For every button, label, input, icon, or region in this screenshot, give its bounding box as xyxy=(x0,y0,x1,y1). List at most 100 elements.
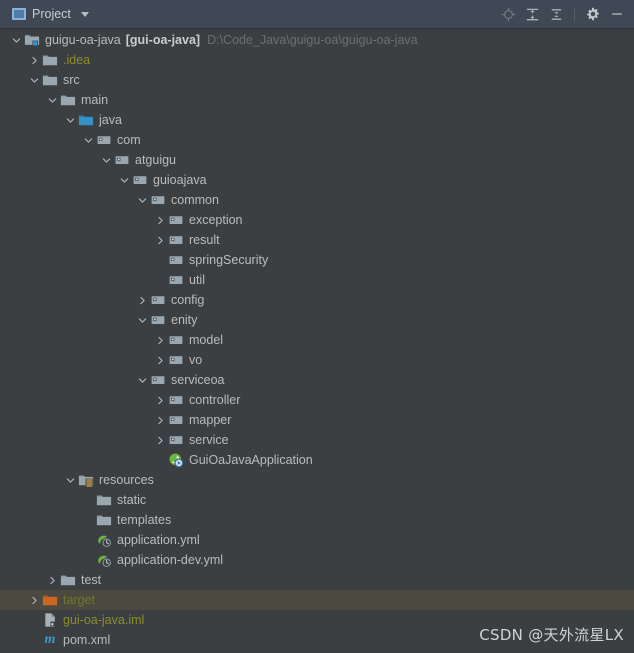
tree-row[interactable]: test xyxy=(0,570,634,590)
tree-row[interactable]: serviceoa xyxy=(0,370,634,390)
chevron-right-icon[interactable] xyxy=(134,290,150,310)
tree-row[interactable]: static xyxy=(0,490,634,510)
tree-row[interactable]: target xyxy=(0,590,634,610)
settings-button[interactable] xyxy=(582,3,604,25)
locate-file-button[interactable] xyxy=(497,3,519,25)
chevron-right-icon[interactable] xyxy=(26,590,42,610)
tree-row[interactable]: application-dev.yml xyxy=(0,550,634,570)
tree-row-label: gui-oa-java.iml xyxy=(63,613,145,627)
tree-row-label: mapper xyxy=(189,413,232,427)
tree-row[interactable]: controller xyxy=(0,390,634,410)
tree-row-label: application-dev.yml xyxy=(117,553,224,567)
header-actions xyxy=(497,3,628,25)
tree-row[interactable]: service xyxy=(0,430,634,450)
chevron-down-icon[interactable] xyxy=(8,30,24,50)
chevron-right-icon[interactable] xyxy=(152,330,168,350)
hide-button[interactable] xyxy=(606,3,628,25)
folder-icon xyxy=(96,515,112,526)
chevron-down-icon[interactable] xyxy=(62,470,78,490)
folder-icon xyxy=(42,75,58,86)
spring-config-file-icon xyxy=(96,532,112,548)
tree-row-project-root[interactable]: guigu-oa-java [gui-oa-java] D:\Code_Java\g… xyxy=(0,30,634,50)
folder-icon xyxy=(96,512,112,528)
tree-row[interactable]: resources xyxy=(0,470,634,490)
module-root-icon xyxy=(24,32,40,48)
chevron-down-icon[interactable] xyxy=(62,110,78,130)
tree-row[interactable]: src xyxy=(0,70,634,90)
package-icon xyxy=(97,136,111,144)
tree-row-label: springSecurity xyxy=(189,253,269,267)
chevron-right-icon[interactable] xyxy=(152,410,168,430)
folder-icon xyxy=(60,95,76,106)
package-icon xyxy=(168,392,184,408)
project-panel-icon xyxy=(12,8,26,20)
package-icon xyxy=(168,332,184,348)
tree-row[interactable]: config xyxy=(0,290,634,310)
module-file-icon xyxy=(45,613,55,627)
tree-row-label: com xyxy=(117,133,141,147)
chevron-down-icon[interactable] xyxy=(134,310,150,330)
package-icon xyxy=(169,416,183,424)
chevron-down-icon[interactable] xyxy=(44,90,60,110)
folder-icon xyxy=(60,92,76,108)
tree-row[interactable]: templates xyxy=(0,510,634,530)
tree-row[interactable]: model xyxy=(0,330,634,350)
tree-row[interactable]: common xyxy=(0,190,634,210)
tree-row[interactable]: m pom.xml xyxy=(0,630,634,650)
package-icon xyxy=(168,272,184,288)
chevron-down-icon[interactable] xyxy=(134,370,150,390)
tree-row[interactable]: GuiOaJavaApplication xyxy=(0,450,634,470)
tree-row[interactable]: enity xyxy=(0,310,634,330)
module-file-icon xyxy=(42,612,58,628)
chevron-right-icon[interactable] xyxy=(152,230,168,250)
chevron-down-icon[interactable] xyxy=(26,70,42,90)
tree-row[interactable]: springSecurity xyxy=(0,250,634,270)
package-icon xyxy=(168,412,184,428)
chevron-down-icon[interactable] xyxy=(80,130,96,150)
tree-row[interactable]: result xyxy=(0,230,634,250)
tree-row[interactable]: atguigu xyxy=(0,150,634,170)
chevron-right-icon[interactable] xyxy=(152,210,168,230)
expand-all-icon xyxy=(526,8,538,20)
tree-row[interactable]: guioajava xyxy=(0,170,634,190)
folder-icon xyxy=(42,72,58,88)
tree-row[interactable]: mapper xyxy=(0,410,634,430)
chevron-down-icon[interactable] xyxy=(134,190,150,210)
package-icon xyxy=(169,396,183,404)
expand-all-button[interactable] xyxy=(521,3,543,25)
package-icon xyxy=(169,256,183,264)
tree-row[interactable]: vo xyxy=(0,350,634,370)
tree-row-label: resources xyxy=(99,473,154,487)
package-icon xyxy=(169,356,183,364)
package-icon xyxy=(150,312,166,328)
tree-row[interactable]: exception xyxy=(0,210,634,230)
maven-pom-icon: m xyxy=(42,632,58,648)
chevron-right-icon[interactable] xyxy=(26,50,42,70)
chevron-right-icon[interactable] xyxy=(44,570,60,590)
tree-row[interactable]: com xyxy=(0,130,634,150)
chevron-down-icon[interactable] xyxy=(80,11,89,17)
tree-row[interactable]: application.yml xyxy=(0,530,634,550)
tree-row[interactable]: java xyxy=(0,110,634,130)
tree-row[interactable]: util xyxy=(0,270,634,290)
tree-row-label: main xyxy=(81,93,109,107)
folder-icon xyxy=(96,495,112,506)
tree-row[interactable]: .idea xyxy=(0,50,634,70)
project-root-name: guigu-oa-java xyxy=(45,33,121,47)
package-icon xyxy=(115,156,129,164)
project-tool-window: Project guigu-oa-java [gui-oa-java] D:\C… xyxy=(0,0,634,653)
project-tab[interactable]: Project xyxy=(8,5,93,23)
chevron-right-icon[interactable] xyxy=(152,390,168,410)
tree-row[interactable]: gui-oa-java.iml xyxy=(0,610,634,630)
tree-row[interactable]: main xyxy=(0,90,634,110)
tool-window-title: Project xyxy=(32,7,71,21)
chevron-down-icon[interactable] xyxy=(116,170,132,190)
chevron-right-icon[interactable] xyxy=(152,350,168,370)
project-tree[interactable]: guigu-oa-java [gui-oa-java] D:\Code_Java\g… xyxy=(0,29,634,653)
chevron-right-icon[interactable] xyxy=(152,430,168,450)
collapse-all-button[interactable] xyxy=(545,3,567,25)
chevron-down-icon[interactable] xyxy=(98,150,114,170)
